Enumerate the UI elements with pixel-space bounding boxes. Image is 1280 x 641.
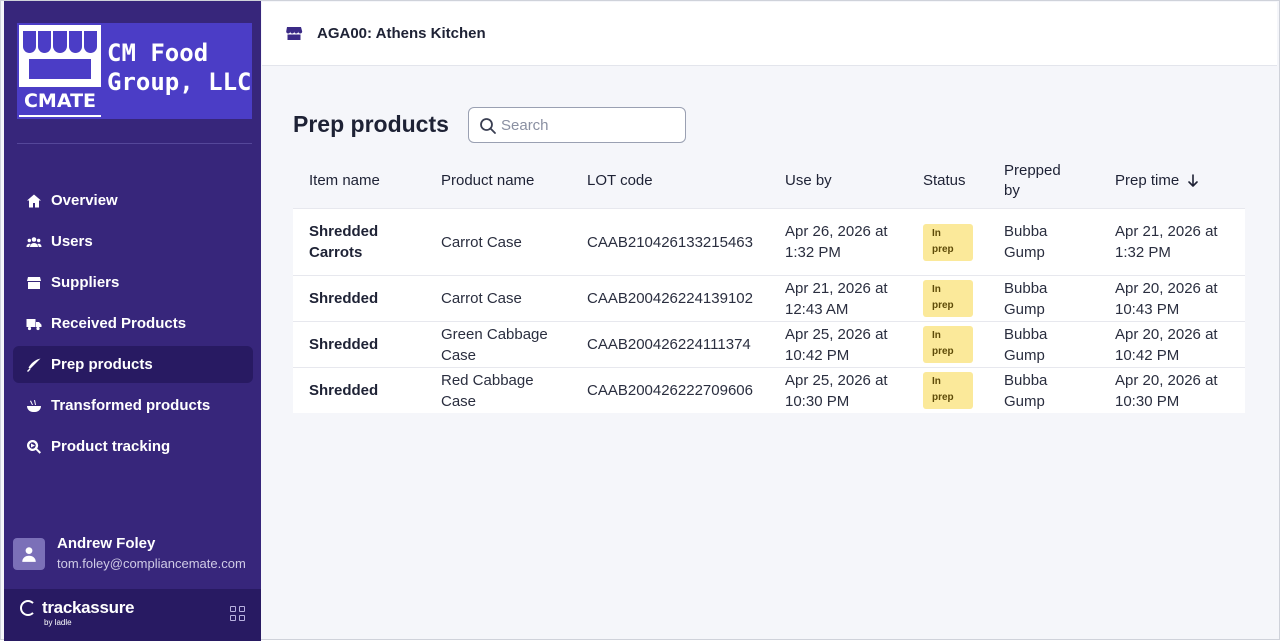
bowl-icon [26,398,42,414]
sidebar-item-label: Received Products [51,315,187,332]
cell-use-by: Apr 26, 2026 at 1:32 PM [785,223,888,261]
sidebar-item-suppliers[interactable]: Suppliers [13,264,253,301]
cmate-logo-mark: CMATE [19,25,101,117]
column-header-item-name[interactable]: Item name [309,153,429,208]
app-grid-icon[interactable] [230,606,245,621]
sidebar-item-label: Overview [51,192,118,209]
cell-item-name: Shredded Carrots [309,223,379,261]
avatar [13,538,45,570]
column-header-prepped-by[interactable]: Prepped by [1004,153,1064,208]
user-name: Andrew Foley [57,535,156,552]
cell-item-name: Shredded [309,290,379,307]
cell-use-by: Apr 25, 2026 at 10:30 PM [785,371,888,410]
table-row[interactable]: Shredded Red Cabbage Case CAAB2004262227… [293,367,1245,413]
sidebar-item-overview[interactable]: Overview [13,182,253,219]
cell-product-name: Carrot Case [441,290,522,307]
location-name[interactable]: AGA00: Athens Kitchen [317,25,486,42]
cell-prep-time: Apr 20, 2026 at 10:30 PM [1115,371,1218,410]
cell-prepped-by: Bubba Gump [1004,325,1048,364]
cell-lot-code: CAAB200426224111374 [587,336,751,353]
column-header-label: Prep time [1115,172,1180,189]
sidebar-item-transformed-products[interactable]: Transformed products [13,387,253,424]
awning-icon [23,31,98,53]
sidebar-item-prep-products[interactable]: Prep products [13,346,253,383]
sidebar-item-received-products[interactable]: Received Products [13,305,253,342]
column-header-product-name[interactable]: Product name [441,153,581,208]
truck-icon [26,316,42,332]
user-email: tom.foley@compliancemate.com [57,556,246,571]
top-bar: AGA00: Athens Kitchen [262,2,1277,66]
cell-item-name: Shredded [309,336,379,353]
sidebar-divider [17,143,252,144]
store-icon [285,24,303,42]
cell-product-name: Carrot Case [441,233,522,251]
cell-use-by: Apr 25, 2026 at 10:42 PM [785,325,888,364]
cell-prep-time: Apr 21, 2026 at 1:32 PM [1115,223,1218,261]
status-badge: In prep [923,280,973,317]
cell-prep-time: Apr 20, 2026 at 10:43 PM [1115,279,1218,318]
cell-status: In prep [923,322,993,367]
sort-descending-icon [1188,173,1199,187]
home-icon [26,193,42,209]
company-name: CM Food Group, LLC [107,39,252,96]
cell-status: In prep [923,209,993,275]
table-body: Shredded Carrots Carrot Case CAAB2104261… [293,208,1245,413]
cell-prepped-by: Bubba Gump [1004,223,1048,261]
column-header-lot-code[interactable]: LOT code [587,153,777,208]
company-logo[interactable]: CMATE CM Food Group, LLC [17,23,252,119]
status-badge: In prep [923,326,973,363]
sidebar-item-users[interactable]: Users [13,223,253,260]
search-icon [480,118,496,134]
table-row[interactable]: Shredded Carrot Case CAAB200426224139102… [293,275,1245,321]
sidebar: CMATE CM Food Group, LLC Overview Users … [4,1,261,641]
brand-subtitle: by ladle [44,618,72,627]
cell-use-by: Apr 21, 2026 at 12:43 AM [785,279,888,318]
cell-product-name: Red Cabbage Case [441,371,534,410]
prep-products-table: Item name Product name LOT code Use by S… [293,153,1245,413]
user-icon [22,547,36,562]
brand-footer: trackassure by ladle [4,589,261,641]
status-badge: In prep [923,372,973,409]
sidebar-item-label: Prep products [51,356,153,373]
cell-prep-time: Apr 20, 2026 at 10:42 PM [1115,325,1218,364]
trackassure-logo-icon [20,600,36,616]
sidebar-nav: Overview Users Suppliers Received Produc… [13,182,253,469]
sidebar-item-label: Suppliers [51,274,120,291]
column-header-status[interactable]: Status [923,153,993,208]
brand-name: trackassure [42,598,135,617]
knife-icon [26,357,42,373]
cell-status: In prep [923,368,993,413]
logo-mark-text: CMATE [19,87,101,115]
cell-prepped-by: Bubba Gump [1004,371,1048,410]
store-icon [26,275,42,291]
cell-product-name: Green Cabbage Case [441,325,548,364]
search-input[interactable] [501,115,677,135]
search-tracking-icon [26,439,42,455]
app-window: CMATE CM Food Group, LLC Overview Users … [0,0,1280,641]
cell-status: In prep [923,276,993,321]
page-title: Prep products [293,111,449,137]
users-icon [26,234,42,250]
cell-item-name: Shredded [309,382,379,399]
cell-lot-code: CAAB200426224139102 [587,290,753,307]
table-header: Item name Product name LOT code Use by S… [293,153,1245,208]
table-row[interactable]: Shredded Green Cabbage Case CAAB20042622… [293,321,1245,367]
cell-lot-code: CAAB210426133215463 [587,233,753,251]
search-box[interactable] [468,107,686,143]
sidebar-item-label: Users [51,233,93,250]
user-profile[interactable]: Andrew Foley tom.foley@compliancemate.co… [4,529,261,579]
sidebar-item-product-tracking[interactable]: Product tracking [13,428,253,465]
table-row[interactable]: Shredded Carrots Carrot Case CAAB2104261… [293,208,1245,275]
column-header-use-by[interactable]: Use by [785,153,910,208]
cell-prepped-by: Bubba Gump [1004,279,1048,318]
cell-lot-code: CAAB200426222709606 [587,382,753,399]
column-header-prep-time[interactable]: Prep time [1115,153,1240,208]
status-badge: In prep [923,223,973,261]
sidebar-item-label: Transformed products [51,397,211,414]
sidebar-item-label: Product tracking [51,438,171,455]
